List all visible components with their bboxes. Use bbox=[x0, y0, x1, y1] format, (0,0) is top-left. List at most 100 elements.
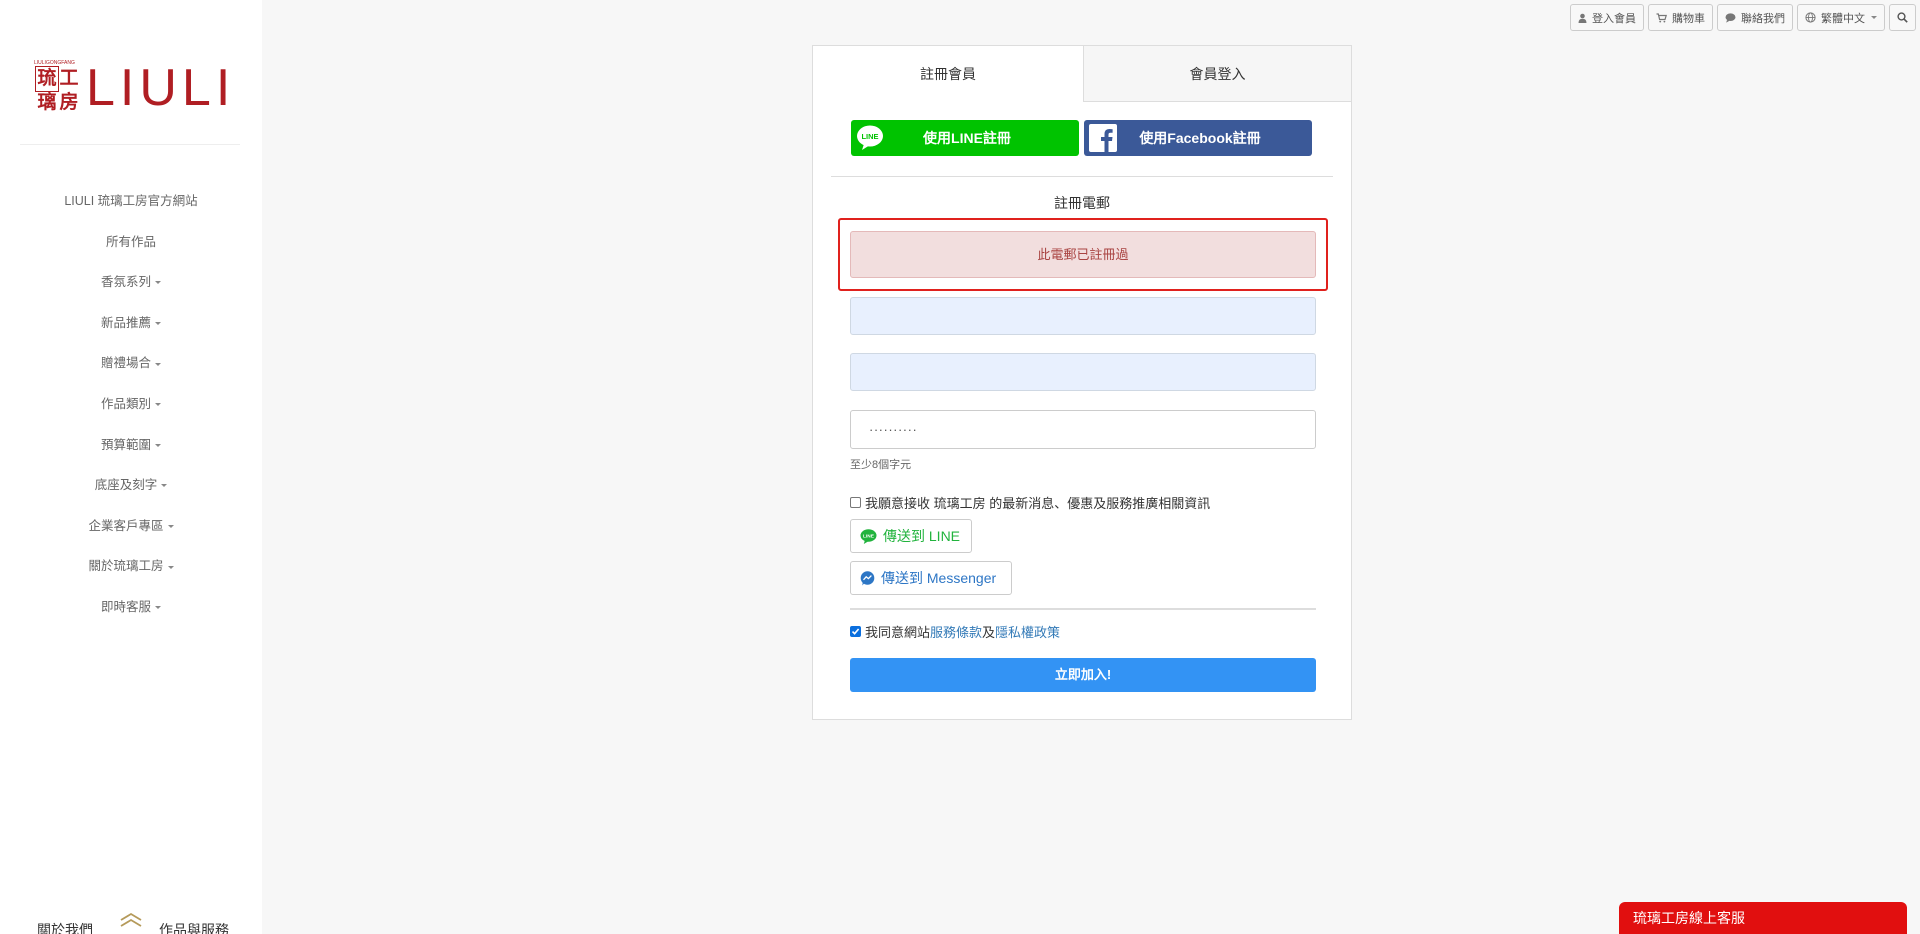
facebook-register-label: 使用Facebook註冊 bbox=[1139, 130, 1261, 146]
chevron-down-icon bbox=[167, 524, 174, 528]
password-hint: 至少8個字元 bbox=[850, 459, 912, 471]
privacy-policy-link[interactable]: 隱私權政策 bbox=[995, 622, 1060, 641]
user-icon bbox=[1578, 13, 1587, 23]
email-field[interactable] bbox=[850, 297, 1316, 335]
sidebar-divider bbox=[20, 144, 240, 145]
logo-wordmark: LIULI bbox=[86, 59, 236, 117]
auth-tabs: 註冊會員 會員登入 bbox=[813, 46, 1351, 102]
newsletter-row: 我願意接收 琉璃工房 的最新消息、優惠及服務推廣相關資訊 bbox=[850, 493, 1210, 512]
search-button[interactable] bbox=[1889, 4, 1916, 31]
form-divider bbox=[850, 608, 1316, 610]
send-to-line-label: 傳送到 LINE bbox=[883, 528, 961, 544]
sidebar-nav-label: 底座及刻字 bbox=[94, 478, 158, 493]
chevron-down-icon bbox=[155, 443, 161, 447]
sidebar-nav-label: 關於琉璃工房 bbox=[88, 559, 164, 574]
cart-label: 購物車 bbox=[1672, 12, 1705, 25]
facebook-logo-icon bbox=[1089, 124, 1117, 152]
sidebar-nav-item[interactable]: 關於琉璃工房 bbox=[0, 555, 262, 596]
send-to-messenger-button[interactable]: 傳送到 Messenger bbox=[850, 561, 1012, 595]
chevron-down-icon bbox=[155, 321, 161, 325]
online-support-chat-bar[interactable]: 琉璃工房線上客服 bbox=[1619, 902, 1907, 934]
liuli-logo[interactable]: LIULIGONGFANG 琉 工 璃 房 LIULI bbox=[34, 60, 235, 116]
sidebar: LIULIGONGFANG 琉 工 璃 房 LIULI LIULI 琉璃工房官方… bbox=[0, 0, 262, 934]
sidebar-nav: LIULI 琉璃工房官方網站 所有作品香氛系列新品推薦贈禮場合作品類別預算範圍底座… bbox=[0, 190, 262, 637]
agree-terms-checkbox[interactable] bbox=[850, 626, 861, 637]
chat-bubble-icon bbox=[1725, 12, 1736, 23]
sidebar-nav-item[interactable]: 即時客服 bbox=[0, 596, 262, 637]
sidebar-nav-label: 新品推薦 bbox=[100, 315, 151, 330]
registration-panel: 註冊會員 會員登入 LINE 使用LINE註冊 使用Facebook註冊 註冊電… bbox=[812, 45, 1352, 720]
language-label: 繁體中文 bbox=[1821, 12, 1865, 25]
send-to-line-button[interactable]: LINE 傳送到 LINE bbox=[850, 519, 972, 553]
works-services-link[interactable]: 作品與服務 bbox=[159, 920, 229, 934]
sidebar-nav-item[interactable]: 底座及刻字 bbox=[0, 474, 262, 515]
tab-login[interactable]: 會員登入 bbox=[1083, 46, 1351, 102]
section-divider bbox=[831, 176, 1333, 177]
tab-register[interactable]: 註冊會員 bbox=[813, 46, 1083, 102]
chevron-down-icon bbox=[155, 403, 161, 407]
seal-char: 工 bbox=[59, 67, 79, 89]
contact-us-label: 聯絡我們 bbox=[1741, 12, 1785, 25]
sidebar-nav-label: LIULI 琉璃工房官方網站 bbox=[64, 194, 198, 208]
sidebar-nav-item[interactable]: LIULI 琉璃工房官方網站 bbox=[0, 190, 262, 231]
checkmark-icon bbox=[851, 628, 860, 635]
sidebar-nav-item[interactable]: 企業客戶專區 bbox=[0, 515, 262, 556]
login-member-button[interactable]: 登入會員 bbox=[1570, 4, 1644, 31]
sidebar-nav-label: 即時客服 bbox=[100, 599, 151, 614]
sidebar-nav-label: 企業客戶專區 bbox=[88, 518, 164, 533]
language-dropdown[interactable]: 繁體中文 bbox=[1797, 4, 1885, 31]
sidebar-nav-item[interactable]: 香氛系列 bbox=[0, 271, 262, 312]
cart-button[interactable]: 購物車 bbox=[1648, 4, 1713, 31]
logo-small-text: LIULIGONGFANG bbox=[34, 60, 75, 66]
chevron-down-icon bbox=[1871, 16, 1877, 19]
chevron-down-icon bbox=[161, 484, 168, 488]
send-to-messenger-label: 傳送到 Messenger bbox=[881, 570, 997, 586]
newsletter-label: 我願意接收 琉璃工房 的最新消息、優惠及服務推廣相關資訊 bbox=[865, 496, 1211, 511]
newsletter-checkbox[interactable] bbox=[850, 497, 861, 508]
top-toolbar: 登入會員 購物車 聯絡我們 繁體中文 bbox=[1570, 4, 1916, 31]
chevron-down-icon bbox=[155, 606, 161, 610]
sidebar-nav-label: 香氛系列 bbox=[100, 275, 151, 290]
chevron-down-icon bbox=[155, 362, 161, 366]
sidebar-nav-item[interactable]: 作品類別 bbox=[0, 393, 262, 434]
terms-of-service-link[interactable]: 服務條款 bbox=[930, 622, 982, 641]
svg-text:LINE: LINE bbox=[863, 533, 875, 539]
sidebar-nav-label: 預算範圍 bbox=[100, 437, 151, 452]
agree-and-text: 及 bbox=[982, 625, 996, 640]
globe-icon bbox=[1805, 12, 1816, 23]
about-us-link[interactable]: 關於我們 bbox=[37, 920, 93, 934]
seal-char: 琉 bbox=[35, 66, 59, 92]
line-logo-icon: LINE bbox=[857, 125, 883, 150]
line-register-button[interactable]: LINE 使用LINE註冊 bbox=[851, 120, 1079, 156]
agree-prefix-text: 我同意網站 bbox=[865, 625, 931, 640]
search-icon bbox=[1897, 12, 1908, 23]
sidebar-nav-item[interactable]: 預算範圍 bbox=[0, 434, 262, 475]
email-error-alert: 此電郵已註冊過 bbox=[850, 231, 1316, 278]
sidebar-nav-item[interactable]: 所有作品 bbox=[0, 231, 262, 272]
chevron-up-icon[interactable] bbox=[118, 911, 144, 929]
sidebar-nav-item[interactable]: 新品推薦 bbox=[0, 312, 262, 353]
sidebar-nav-item[interactable]: 贈禮場合 bbox=[0, 352, 262, 393]
facebook-register-button[interactable]: 使用Facebook註冊 bbox=[1084, 120, 1312, 156]
join-now-button[interactable]: 立即加入! bbox=[850, 658, 1316, 692]
line-register-label: 使用LINE註冊 bbox=[923, 130, 1011, 146]
email-section-label: 註冊電郵 bbox=[1054, 195, 1110, 211]
name-field[interactable] bbox=[850, 353, 1316, 391]
seal-char: 璃 bbox=[37, 90, 57, 113]
chevron-down-icon bbox=[155, 281, 161, 285]
chevron-down-icon bbox=[167, 565, 174, 569]
messenger-icon bbox=[860, 570, 875, 585]
sidebar-nav-label: 贈禮場合 bbox=[100, 356, 151, 371]
contact-us-button[interactable]: 聯絡我們 bbox=[1717, 4, 1793, 31]
sidebar-nav-label: 所有作品 bbox=[105, 234, 156, 249]
cart-icon bbox=[1656, 12, 1667, 22]
login-member-label: 登入會員 bbox=[1592, 12, 1636, 25]
password-field[interactable]: ·········· bbox=[850, 410, 1316, 449]
sidebar-bottom: 關於我們 作品與服務 bbox=[0, 905, 262, 934]
agree-terms-row: 我同意網站 服務條款 及 隱私權政策 bbox=[850, 622, 1060, 641]
seal-logo-icon: LIULIGONGFANG 琉 工 璃 房 bbox=[34, 60, 80, 116]
svg-text:LINE: LINE bbox=[861, 132, 878, 141]
line-logo-icon: LINE bbox=[860, 528, 877, 544]
sidebar-nav-label: 作品類別 bbox=[100, 396, 151, 411]
seal-char: 房 bbox=[59, 90, 79, 113]
